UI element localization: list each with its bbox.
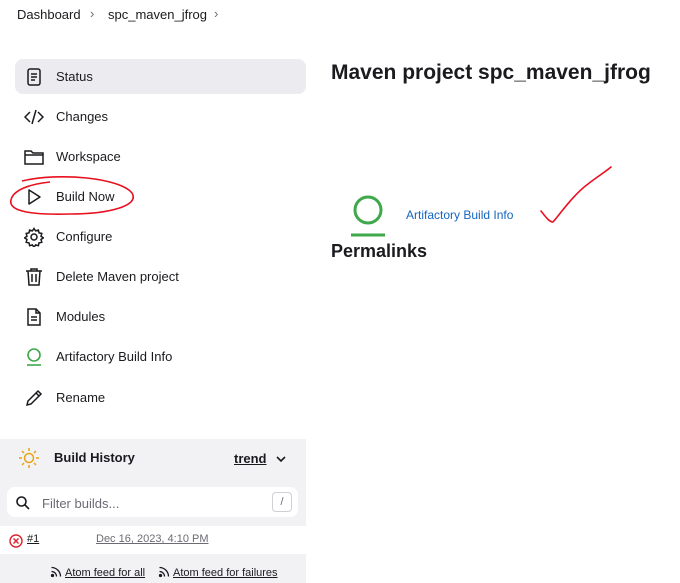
permalinks-heading: Permalinks	[331, 241, 428, 261]
build-history-title: Build History	[54, 450, 135, 465]
atom-feed-all-link[interactable]: Atom feed for all	[65, 567, 145, 579]
search-icon	[16, 496, 30, 510]
build-date-link[interactable]: Dec 16, 2023, 4:10 PM	[96, 533, 209, 545]
chevron-down-icon[interactable]	[275, 454, 287, 464]
atom-feed-failures-link[interactable]: Atom feed for failures	[173, 567, 278, 579]
filter-builds-placeholder: Filter builds...	[42, 496, 120, 511]
sun-icon	[19, 448, 39, 468]
build-number-link[interactable]: #1	[27, 533, 39, 545]
trend-link[interactable]: trend	[234, 451, 267, 466]
artifactory-build-info-link[interactable]: Artifactory Build Info	[406, 208, 513, 222]
shortcut-key-badge: /	[272, 492, 292, 512]
build-now-circle-annotation	[10, 176, 135, 215]
checkmark-annotation	[540, 166, 612, 223]
page-title: Maven project spc_maven_jfrog	[331, 61, 651, 84]
failed-status-icon	[9, 534, 23, 548]
rss-icon	[50, 566, 62, 578]
artifactory-logo-icon	[351, 195, 385, 237]
rss-icon	[158, 566, 170, 578]
